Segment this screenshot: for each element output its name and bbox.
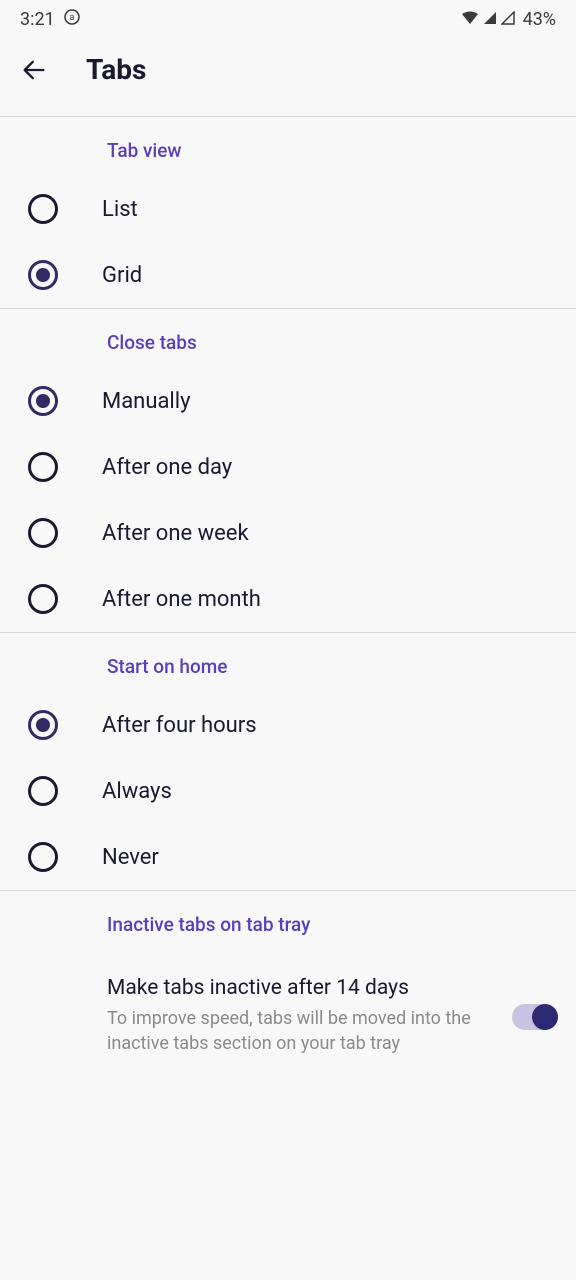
radio-icon-selected <box>28 386 58 416</box>
radio-label: After one week <box>102 521 249 546</box>
status-bar: 3:21 a 43% <box>0 0 576 35</box>
radio-icon-selected <box>28 710 58 740</box>
radio-icon <box>28 776 58 806</box>
radio-label: Never <box>102 845 159 870</box>
radio-option-grid[interactable]: Grid <box>0 242 576 308</box>
status-app-icon: a <box>63 8 81 31</box>
svg-text:a: a <box>69 13 74 23</box>
toggle-description: To improve speed, tabs will be moved int… <box>107 1006 492 1056</box>
section-start-home: Start on home After four hours Always Ne… <box>0 633 576 890</box>
status-time: 3:21 <box>20 9 55 30</box>
section-tab-view: Tab view List Grid <box>0 117 576 308</box>
radio-icon <box>28 842 58 872</box>
wifi-icon <box>461 9 479 30</box>
radio-icon-selected <box>28 260 58 290</box>
radio-icon <box>28 518 58 548</box>
back-arrow-icon <box>20 55 48 85</box>
page-title: Tabs <box>86 53 146 86</box>
section-header-close-tabs: Close tabs <box>0 309 576 368</box>
section-header-inactive: Inactive tabs on tab tray <box>0 891 576 950</box>
back-button[interactable] <box>20 56 48 84</box>
radio-icon <box>28 452 58 482</box>
toggle-row-inactive-14-days[interactable]: Make tabs inactive after 14 days To impr… <box>0 950 576 1074</box>
battery-percent: 43% <box>523 9 556 30</box>
radio-option-never[interactable]: Never <box>0 824 576 890</box>
section-header-tab-view: Tab view <box>0 117 576 176</box>
app-bar: Tabs <box>0 35 576 116</box>
radio-label: Always <box>102 779 172 804</box>
radio-option-list[interactable]: List <box>0 176 576 242</box>
toggle-switch[interactable] <box>512 1004 556 1030</box>
radio-label: Grid <box>102 263 142 288</box>
radio-option-manually[interactable]: Manually <box>0 368 576 434</box>
section-close-tabs: Close tabs Manually After one day After … <box>0 309 576 632</box>
signal-icon-1 <box>483 9 497 30</box>
section-header-start-home: Start on home <box>0 633 576 692</box>
toggle-knob-icon <box>532 1004 558 1030</box>
signal-icon-2 <box>501 9 515 30</box>
section-inactive-tabs: Inactive tabs on tab tray Make tabs inac… <box>0 891 576 1074</box>
radio-icon <box>28 194 58 224</box>
radio-label: Manually <box>102 389 191 414</box>
radio-label: After one month <box>102 587 261 612</box>
radio-label: After four hours <box>102 713 257 738</box>
radio-label: After one day <box>102 455 232 480</box>
radio-option-one-month[interactable]: After one month <box>0 566 576 632</box>
radio-option-one-day[interactable]: After one day <box>0 434 576 500</box>
radio-option-always[interactable]: Always <box>0 758 576 824</box>
radio-option-one-week[interactable]: After one week <box>0 500 576 566</box>
radio-icon <box>28 584 58 614</box>
toggle-title: Make tabs inactive after 14 days <box>107 976 492 1000</box>
radio-option-four-hours[interactable]: After four hours <box>0 692 576 758</box>
radio-label: List <box>102 197 138 222</box>
